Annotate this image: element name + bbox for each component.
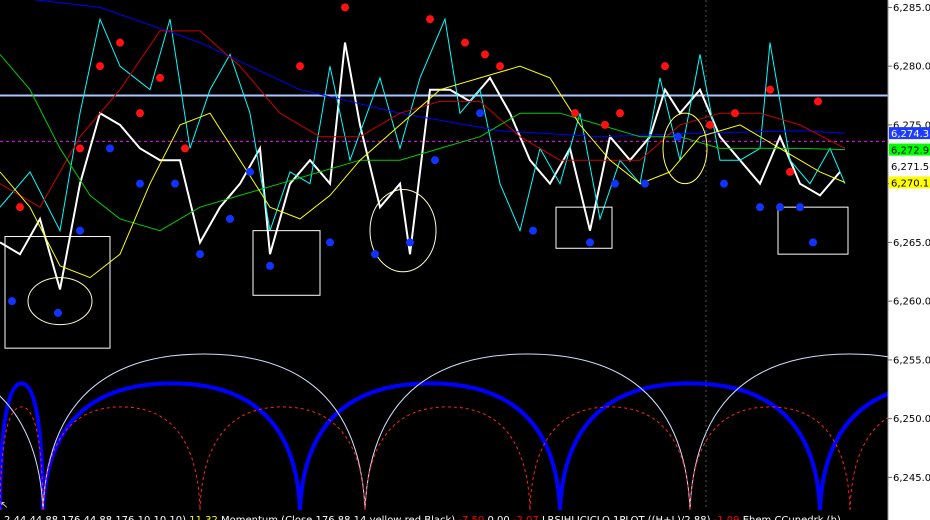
price-tag-label-2: 6,271.5 [891,162,929,173]
status-segment-1: 11.32 [189,515,221,520]
red-pivot-dot-17 [706,120,714,129]
red-pivot-dot-12 [496,62,504,71]
blue-pivot-dot-10 [326,238,334,247]
blue-pivot-dot-23 [796,203,804,212]
cursor-icon: ↖ [0,500,8,511]
red-pivot-dot-2 [96,62,104,71]
red-pivot-dot-13 [571,109,579,118]
red-pivot-dot-10 [461,38,469,47]
blue-pivot-dot-16 [586,238,594,247]
red-pivot-dot-16 [661,62,669,71]
blue-pivot-dot-9 [266,261,274,270]
status-segment-7: -1.09 [714,515,743,520]
indicator-status-line: 2.44 44.88 176.44 88 176.10 10 10) 11.32… [4,515,841,520]
blue-pivot-dot-0 [8,297,16,306]
blue-pivot-dot-21 [756,203,764,212]
red-pivot-dot-14 [601,120,609,129]
plot-background [0,0,930,520]
blue-pivot-dot-5 [171,179,179,188]
y-tick-label-1: 6,250.0 [893,414,930,425]
red-pivot-dot-4 [136,109,144,118]
red-pivot-dot-19 [766,85,774,94]
y-tick-label-4: 6,265.0 [893,238,930,249]
y-axis-panel: 6,245.0 6,250.0 6,255.0 6,260.0 6,265.0 6,270… [887,0,930,520]
blue-pivot-dot-8 [246,167,254,176]
red-pivot-dot-5 [156,73,164,82]
blue-pivot-dot-4 [136,179,144,188]
red-pivot-dot-8 [341,3,349,12]
status-segment-8: Ehem CCunedrk (h) [743,515,841,520]
blue-pivot-dot-19 [674,132,682,141]
y-tick-label-8: 6,285.0 [893,3,930,14]
blue-pivot-dot-12 [406,238,414,247]
red-pivot-dot-21 [814,97,822,106]
status-segment-2: Momentum (Close,176,88,14,yellow,red,Bla… [221,515,458,520]
red-pivot-dot-11 [481,50,489,59]
red-pivot-dot-15 [616,109,624,118]
red-pivot-dot-18 [731,109,739,118]
red-pivot-dot-20 [786,167,794,176]
red-pivot-dot-7 [296,62,304,71]
price-tag-label-1: 6,272.9 [891,146,929,157]
chart[interactable]: 6,245.0 6,250.0 6,255.0 6,260.0 6,265.0 6,270… [0,0,930,520]
price-tag-label-0: 6,274.3 [891,129,929,140]
red-pivot-dot-9 [426,15,434,24]
blue-pivot-dot-7 [226,214,234,223]
blue-pivot-dot-2 [76,226,84,235]
status-segment-0: 2.44 44.88 176.44 88 176.10 10 10) [4,515,189,520]
red-pivot-dot-6 [181,144,189,153]
y-tick-label-3: 6,260.0 [893,297,930,308]
red-pivot-dot-1 [76,144,84,153]
status-segment-6: LRSIHLICICLO 1PLOT ((H+L)/2,88) [542,515,714,520]
y-tick-label-7: 6,280.0 [893,62,930,73]
blue-pivot-dot-1 [54,308,62,317]
blue-pivot-dot-18 [641,179,649,188]
blue-pivot-dot-11 [371,250,379,259]
blue-pivot-dot-6 [196,250,204,259]
status-segment-4: 0.00 [487,515,512,520]
y-tick-label-2: 6,255.0 [893,355,930,366]
blue-pivot-dot-15 [529,226,537,235]
blue-pivot-dot-20 [720,179,728,188]
status-segment-5: -2.07 [513,515,542,520]
blue-pivot-dot-22 [776,203,784,212]
blue-pivot-dot-24 [809,238,817,247]
red-pivot-dot-3 [116,38,124,47]
blue-pivot-dot-3 [106,144,114,153]
price-tag-label-3: 6,270.1 [891,178,929,189]
blue-pivot-dot-13 [431,156,439,165]
status-segment-3: -7.50 [458,515,487,520]
red-pivot-dot-0 [16,203,24,212]
blue-pivot-dot-17 [611,179,619,188]
y-tick-label-0: 6,245.0 [893,473,930,484]
y-axis-background [888,0,930,520]
blue-pivot-dot-14 [476,109,484,118]
